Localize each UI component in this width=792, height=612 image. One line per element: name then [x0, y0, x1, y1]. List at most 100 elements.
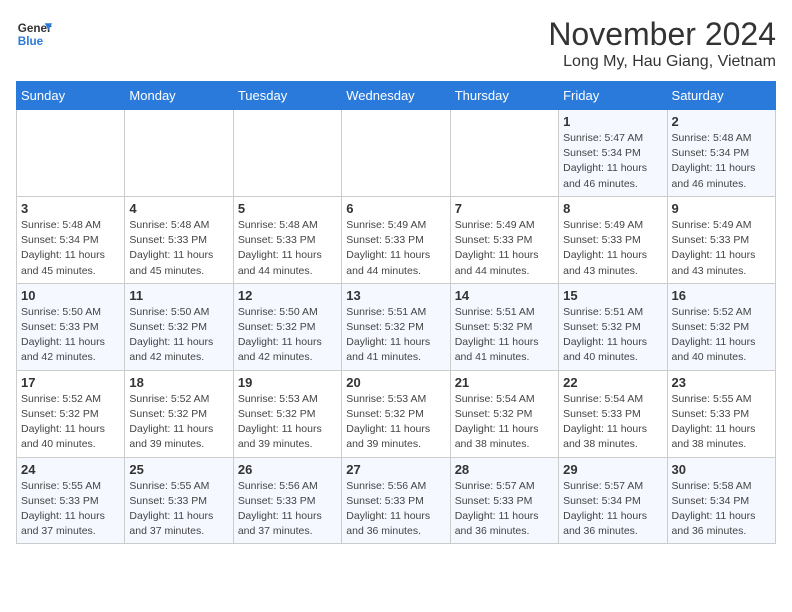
day-number: 21	[455, 375, 554, 390]
weekday-header-thursday: Thursday	[450, 82, 558, 110]
day-number: 7	[455, 201, 554, 216]
day-number: 20	[346, 375, 445, 390]
day-number: 17	[21, 375, 120, 390]
calendar-cell: 6 Sunrise: 5:49 AMSunset: 5:33 PMDaylight…	[342, 196, 450, 283]
calendar-cell: 16 Sunrise: 5:52 AMSunset: 5:32 PMDayligh…	[667, 283, 775, 370]
day-number: 27	[346, 462, 445, 477]
day-info: Sunrise: 5:52 AMSunset: 5:32 PMDaylight:…	[21, 392, 120, 453]
day-info: Sunrise: 5:50 AMSunset: 5:32 PMDaylight:…	[238, 305, 337, 366]
day-info: Sunrise: 5:49 AMSunset: 5:33 PMDaylight:…	[672, 218, 771, 279]
day-number: 3	[21, 201, 120, 216]
day-number: 9	[672, 201, 771, 216]
day-info: Sunrise: 5:52 AMSunset: 5:32 PMDaylight:…	[129, 392, 228, 453]
page-header: General Blue November 2024 Long My, Hau …	[16, 16, 776, 71]
day-info: Sunrise: 5:49 AMSunset: 5:33 PMDaylight:…	[563, 218, 662, 279]
day-number: 6	[346, 201, 445, 216]
day-info: Sunrise: 5:48 AMSunset: 5:34 PMDaylight:…	[21, 218, 120, 279]
day-info: Sunrise: 5:51 AMSunset: 5:32 PMDaylight:…	[346, 305, 445, 366]
day-number: 18	[129, 375, 228, 390]
logo-icon: General Blue	[16, 16, 52, 52]
day-number: 5	[238, 201, 337, 216]
day-number: 25	[129, 462, 228, 477]
day-info: Sunrise: 5:52 AMSunset: 5:32 PMDaylight:…	[672, 305, 771, 366]
day-info: Sunrise: 5:54 AMSunset: 5:33 PMDaylight:…	[563, 392, 662, 453]
day-number: 22	[563, 375, 662, 390]
calendar-cell	[125, 110, 233, 197]
calendar-cell: 28 Sunrise: 5:57 AMSunset: 5:33 PMDayligh…	[450, 457, 558, 544]
page-subtitle: Long My, Hau Giang, Vietnam	[548, 53, 776, 71]
day-info: Sunrise: 5:54 AMSunset: 5:32 PMDaylight:…	[455, 392, 554, 453]
calendar-cell: 13 Sunrise: 5:51 AMSunset: 5:32 PMDayligh…	[342, 283, 450, 370]
calendar-cell: 24 Sunrise: 5:55 AMSunset: 5:33 PMDayligh…	[17, 457, 125, 544]
day-number: 2	[672, 114, 771, 129]
weekday-row: SundayMondayTuesdayWednesdayThursdayFrid…	[17, 82, 776, 110]
calendar-cell: 12 Sunrise: 5:50 AMSunset: 5:32 PMDayligh…	[233, 283, 341, 370]
calendar-week-2: 3 Sunrise: 5:48 AMSunset: 5:34 PMDaylight…	[17, 196, 776, 283]
calendar-cell: 7Sunrise: 5:49 AMSunset: 5:33 PMDaylight…	[450, 196, 558, 283]
weekday-header-tuesday: Tuesday	[233, 82, 341, 110]
day-info: Sunrise: 5:48 AMSunset: 5:33 PMDaylight:…	[238, 218, 337, 279]
day-info: Sunrise: 5:57 AMSunset: 5:33 PMDaylight:…	[455, 479, 554, 540]
day-number: 15	[563, 288, 662, 303]
calendar-cell: 17 Sunrise: 5:52 AMSunset: 5:32 PMDayligh…	[17, 370, 125, 457]
calendar-cell: 19Sunrise: 5:53 AMSunset: 5:32 PMDayligh…	[233, 370, 341, 457]
calendar-cell: 21 Sunrise: 5:54 AMSunset: 5:32 PMDayligh…	[450, 370, 558, 457]
weekday-header-wednesday: Wednesday	[342, 82, 450, 110]
weekday-header-friday: Friday	[559, 82, 667, 110]
day-info: Sunrise: 5:56 AMSunset: 5:33 PMDaylight:…	[238, 479, 337, 540]
day-info: Sunrise: 5:50 AMSunset: 5:32 PMDaylight:…	[129, 305, 228, 366]
calendar-cell: 20 Sunrise: 5:53 AMSunset: 5:32 PMDayligh…	[342, 370, 450, 457]
day-number: 28	[455, 462, 554, 477]
weekday-header-monday: Monday	[125, 82, 233, 110]
svg-text:Blue: Blue	[18, 35, 44, 48]
day-info: Sunrise: 5:55 AMSunset: 5:33 PMDaylight:…	[672, 392, 771, 453]
calendar-cell: 1Sunrise: 5:47 AMSunset: 5:34 PMDaylight…	[559, 110, 667, 197]
calendar-cell	[17, 110, 125, 197]
day-info: Sunrise: 5:48 AMSunset: 5:33 PMDaylight:…	[129, 218, 228, 279]
day-number: 14	[455, 288, 554, 303]
calendar-cell: 22 Sunrise: 5:54 AMSunset: 5:33 PMDayligh…	[559, 370, 667, 457]
day-info: Sunrise: 5:55 AMSunset: 5:33 PMDaylight:…	[129, 479, 228, 540]
calendar-cell: 5 Sunrise: 5:48 AMSunset: 5:33 PMDaylight…	[233, 196, 341, 283]
day-number: 10	[21, 288, 120, 303]
calendar-cell: 27 Sunrise: 5:56 AMSunset: 5:33 PMDayligh…	[342, 457, 450, 544]
day-number: 1	[563, 114, 662, 129]
day-number: 26	[238, 462, 337, 477]
day-number: 4	[129, 201, 228, 216]
calendar-cell: 8 Sunrise: 5:49 AMSunset: 5:33 PMDaylight…	[559, 196, 667, 283]
calendar-cell: 30Sunrise: 5:58 AMSunset: 5:34 PMDayligh…	[667, 457, 775, 544]
day-info: Sunrise: 5:51 AMSunset: 5:32 PMDaylight:…	[563, 305, 662, 366]
calendar-week-5: 24 Sunrise: 5:55 AMSunset: 5:33 PMDayligh…	[17, 457, 776, 544]
calendar-cell: 9 Sunrise: 5:49 AMSunset: 5:33 PMDaylight…	[667, 196, 775, 283]
calendar-week-3: 10Sunrise: 5:50 AMSunset: 5:33 PMDayligh…	[17, 283, 776, 370]
calendar-cell: 3 Sunrise: 5:48 AMSunset: 5:34 PMDaylight…	[17, 196, 125, 283]
day-number: 29	[563, 462, 662, 477]
day-info: Sunrise: 5:56 AMSunset: 5:33 PMDaylight:…	[346, 479, 445, 540]
day-number: 13	[346, 288, 445, 303]
calendar-cell: 29Sunrise: 5:57 AMSunset: 5:34 PMDayligh…	[559, 457, 667, 544]
calendar-cell: 23Sunrise: 5:55 AMSunset: 5:33 PMDayligh…	[667, 370, 775, 457]
calendar-cell	[233, 110, 341, 197]
day-number: 12	[238, 288, 337, 303]
day-info: Sunrise: 5:53 AMSunset: 5:32 PMDaylight:…	[238, 392, 337, 453]
day-info: Sunrise: 5:58 AMSunset: 5:34 PMDaylight:…	[672, 479, 771, 540]
day-number: 8	[563, 201, 662, 216]
calendar-table: SundayMondayTuesdayWednesdayThursdayFrid…	[16, 81, 776, 544]
calendar-cell: 18 Sunrise: 5:52 AMSunset: 5:32 PMDayligh…	[125, 370, 233, 457]
weekday-header-sunday: Sunday	[17, 82, 125, 110]
calendar-cell: 15 Sunrise: 5:51 AMSunset: 5:32 PMDayligh…	[559, 283, 667, 370]
calendar-header: SundayMondayTuesdayWednesdayThursdayFrid…	[17, 82, 776, 110]
calendar-cell: 10Sunrise: 5:50 AMSunset: 5:33 PMDayligh…	[17, 283, 125, 370]
calendar-week-1: 1Sunrise: 5:47 AMSunset: 5:34 PMDaylight…	[17, 110, 776, 197]
day-info: Sunrise: 5:53 AMSunset: 5:32 PMDaylight:…	[346, 392, 445, 453]
logo: General Blue	[16, 16, 52, 52]
day-info: Sunrise: 5:49 AMSunset: 5:33 PMDaylight:…	[346, 218, 445, 279]
calendar-cell	[450, 110, 558, 197]
weekday-header-saturday: Saturday	[667, 82, 775, 110]
day-info: Sunrise: 5:51 AMSunset: 5:32 PMDaylight:…	[455, 305, 554, 366]
day-number: 16	[672, 288, 771, 303]
title-block: November 2024 Long My, Hau Giang, Vietna…	[548, 16, 776, 71]
day-info: Sunrise: 5:55 AMSunset: 5:33 PMDaylight:…	[21, 479, 120, 540]
day-info: Sunrise: 5:48 AMSunset: 5:34 PMDaylight:…	[672, 131, 771, 192]
day-number: 24	[21, 462, 120, 477]
